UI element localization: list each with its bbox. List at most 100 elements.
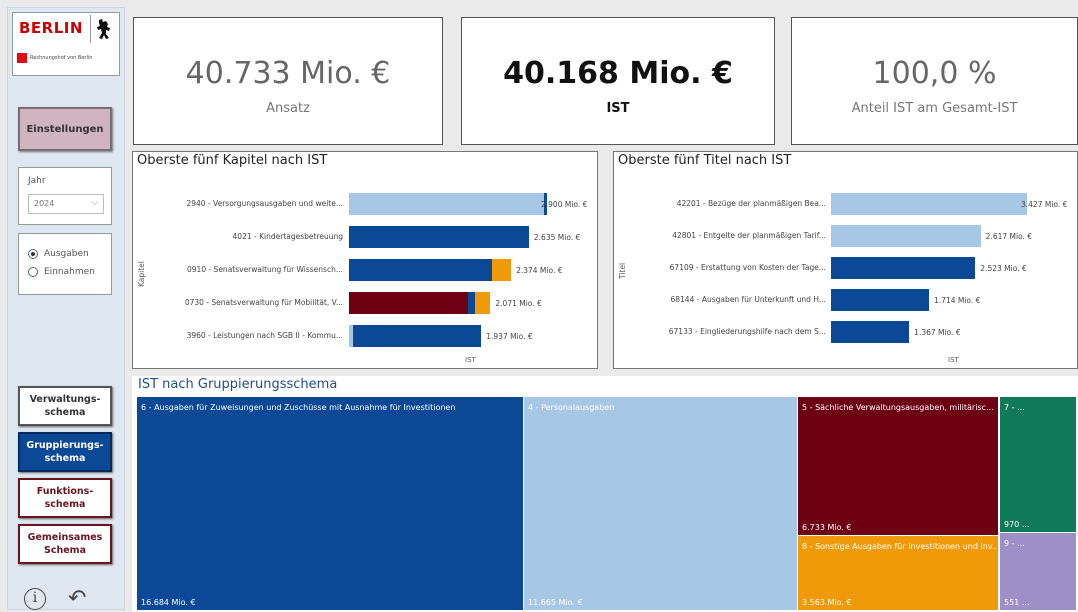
treemap-tile[interactable]: 8 - Sonstige Ausgaben für Investitionen …: [798, 536, 998, 610]
chart-title: Oberste fünf Kapitel nach IST: [137, 153, 328, 168]
chart-kapitel: Oberste fünf Kapitel nach IST Kapitel IS…: [132, 151, 598, 369]
settings-button[interactable]: Einstellungen: [18, 107, 112, 151]
undo-icon[interactable]: ↶: [68, 586, 86, 611]
chevron-down-icon: ⌵: [91, 198, 98, 208]
y-axis-label: Kapitel: [137, 261, 146, 287]
year-dropdown[interactable]: 2024 ⌵: [28, 194, 104, 214]
treemap-tile[interactable]: 5 - Sächliche Verwaltungsausgaben, milit…: [798, 397, 998, 535]
treemap-tile-label: 4 - Personalausgaben: [528, 403, 615, 412]
kpi-card-ansatz: 40.733 Mio. € Ansatz: [133, 17, 443, 145]
x-axis-label: IST: [948, 356, 959, 364]
treemap-tile-value: 551 ...: [1004, 598, 1030, 607]
nav-label: Gemeinsames Schema: [27, 532, 103, 556]
radio-selected-icon: [28, 249, 38, 259]
bar-category-label: 67109 - Erstattung von Kosten der Tage..…: [669, 263, 826, 272]
bar-segment[interactable]: [349, 292, 469, 314]
bar-category-label: 4021 - Kindertagesbetreuung: [232, 232, 343, 241]
info-icon[interactable]: i: [24, 588, 46, 610]
nav-funktionsschema-button[interactable]: Funktions- schema: [18, 478, 112, 518]
rechnungshof-red-square: [17, 53, 27, 63]
radio-einnahmen[interactable]: Einnahmen: [28, 267, 95, 277]
bar-value-label: 2.635 Mio. €: [533, 233, 581, 242]
nav-gruppierungsschema-button[interactable]: Gruppierungs- schema: [18, 432, 112, 472]
treemap-tile-label: 8 - Sonstige Ausgaben für Investitionen …: [802, 542, 998, 551]
bar-value-label: 2.617 Mio. €: [985, 232, 1033, 241]
year-label: Jahr: [28, 176, 46, 186]
bar-category-label: 42201 - Bezüge der planmäßigen Bea...: [676, 199, 826, 208]
bar-value-label: 1.367 Mio. €: [914, 328, 961, 337]
chart-title: IST nach Gruppierungsschema: [138, 377, 338, 392]
x-axis-label: IST: [465, 356, 476, 364]
bar-segment[interactable]: [468, 292, 476, 314]
treemap-tile-label: 6 - Ausgaben für Zuweisungen und Zuschüs…: [141, 403, 456, 412]
treemap-tile-value: 3.563 Mio. €: [802, 598, 852, 607]
type-radio-group: Ausgaben Einnahmen: [18, 233, 112, 295]
bar-value-label: 2.374 Mio. €: [516, 266, 563, 275]
nav-verwaltungsschema-button[interactable]: Verwaltungs- schema: [18, 386, 112, 426]
treemap-tile-value: 970 ...: [1004, 520, 1030, 529]
nav-label: Gruppierungs- schema: [26, 440, 104, 464]
dashboard: BERLIN Rechnungshof von Berlin Einstellu…: [0, 0, 1078, 612]
chart-title: Oberste fünf Titel nach IST: [618, 153, 792, 168]
bar-segment[interactable]: [831, 289, 930, 311]
bear-icon: [90, 15, 116, 43]
bar-value-label: 2.523 Mio. €: [980, 264, 1027, 273]
rechnungshof-line: Rechnungshof von Berlin: [17, 53, 92, 63]
rechnungshof-text: Rechnungshof von Berlin: [30, 55, 93, 61]
bar-category-label: 68144 - Ausgaben für Unterkunft und H...: [670, 295, 826, 304]
kpi-label: IST: [606, 101, 630, 116]
bar-segment[interactable]: [475, 292, 491, 314]
nav-gemeinsames-schema-button[interactable]: Gemeinsames Schema: [18, 524, 112, 564]
kpi-value: 40.733 Mio. €: [185, 56, 391, 91]
bar-segment[interactable]: [831, 321, 910, 343]
bar-segment[interactable]: [353, 325, 482, 347]
bar-category-label: 3960 - Leistungen nach SGB II - Kommu...: [186, 331, 343, 340]
berlin-logo: BERLIN Rechnungshof von Berlin: [12, 12, 120, 76]
bar-segment[interactable]: [831, 257, 976, 279]
bar-value-label: 3.427 Mio. €: [1021, 200, 1068, 209]
bar-segment[interactable]: [492, 259, 512, 281]
kpi-value: 100,0 %: [872, 56, 997, 91]
bar-segment[interactable]: [349, 193, 544, 215]
bar-segment[interactable]: [831, 193, 1027, 215]
year-filter: Jahr 2024 ⌵: [18, 167, 112, 225]
treemap-tile-label: 7 - ...: [1004, 403, 1025, 412]
radio-ausgaben[interactable]: Ausgaben: [28, 249, 89, 259]
treemap-tile-value: 16.684 Mio. €: [141, 598, 196, 607]
bar-category-label: 0730 - Senatsverwaltung für Mobilität, V…: [184, 298, 343, 307]
radio-label: Ausgaben: [44, 249, 89, 259]
treemap-tile-label: 9 - ...: [1004, 539, 1025, 548]
kpi-card-ist: 40.168 Mio. € IST: [461, 17, 775, 145]
bar-value-label: 1.937 Mio. €: [486, 332, 533, 341]
bar-category-label: 67133 - Eingliederungshilfe nach dem S..…: [668, 327, 826, 336]
year-value: 2024: [34, 199, 55, 208]
treemap-tile[interactable]: 9 - ... 551 ...: [1000, 533, 1076, 610]
nav-label: Funktions- schema: [36, 486, 94, 510]
bar-segment[interactable]: [349, 259, 493, 281]
sidebar: BERLIN Rechnungshof von Berlin Einstellu…: [7, 7, 125, 611]
radio-label: Einnahmen: [44, 267, 95, 277]
nav-label: Verwaltungs- schema: [29, 394, 101, 418]
kpi-card-anteil: 100,0 % Anteil IST am Gesamt-IST: [791, 17, 1078, 145]
treemap-tile-value: 6.733 Mio. €: [802, 523, 852, 532]
bar-category-label: 0910 - Senatsverwaltung für Wissensch...: [187, 265, 343, 274]
logo-text: BERLIN: [19, 19, 83, 37]
treemap-tile[interactable]: 6 - Ausgaben für Zuweisungen und Zuschüs…: [137, 397, 523, 610]
kpi-label: Ansatz: [266, 101, 310, 116]
treemap-tile[interactable]: 4 - Personalausgaben 11.665 Mio. €: [524, 397, 797, 610]
bar-segment[interactable]: [349, 226, 529, 248]
bar-segment[interactable]: [831, 225, 981, 247]
bar-value-label: 2.900 Mio. €: [541, 200, 588, 209]
kpi-value: 40.168 Mio. €: [503, 56, 733, 91]
radio-unselected-icon: [28, 267, 38, 277]
bar-value-label: 2.071 Mio. €: [495, 299, 542, 308]
treemap-tile[interactable]: 7 - ... 970 ...: [1000, 397, 1076, 532]
chart-titel: Oberste fünf Titel nach IST Titel IST 42…: [613, 151, 1078, 369]
treemap-tile-label: 5 - Sächliche Verwaltungsausgaben, milit…: [802, 403, 994, 412]
bar-value-label: 1.714 Mio. €: [934, 296, 981, 305]
bar-category-label: 2940 - Versorgungsausgaben und weite...: [186, 199, 343, 208]
kpi-label: Anteil IST am Gesamt-IST: [851, 101, 1018, 116]
y-axis-label: Titel: [618, 262, 627, 279]
treemap-tile-value: 11.665 Mio. €: [528, 598, 583, 607]
bar-category-label: 42801 - Entgelte der planmäßigen Tarif..…: [672, 231, 826, 240]
